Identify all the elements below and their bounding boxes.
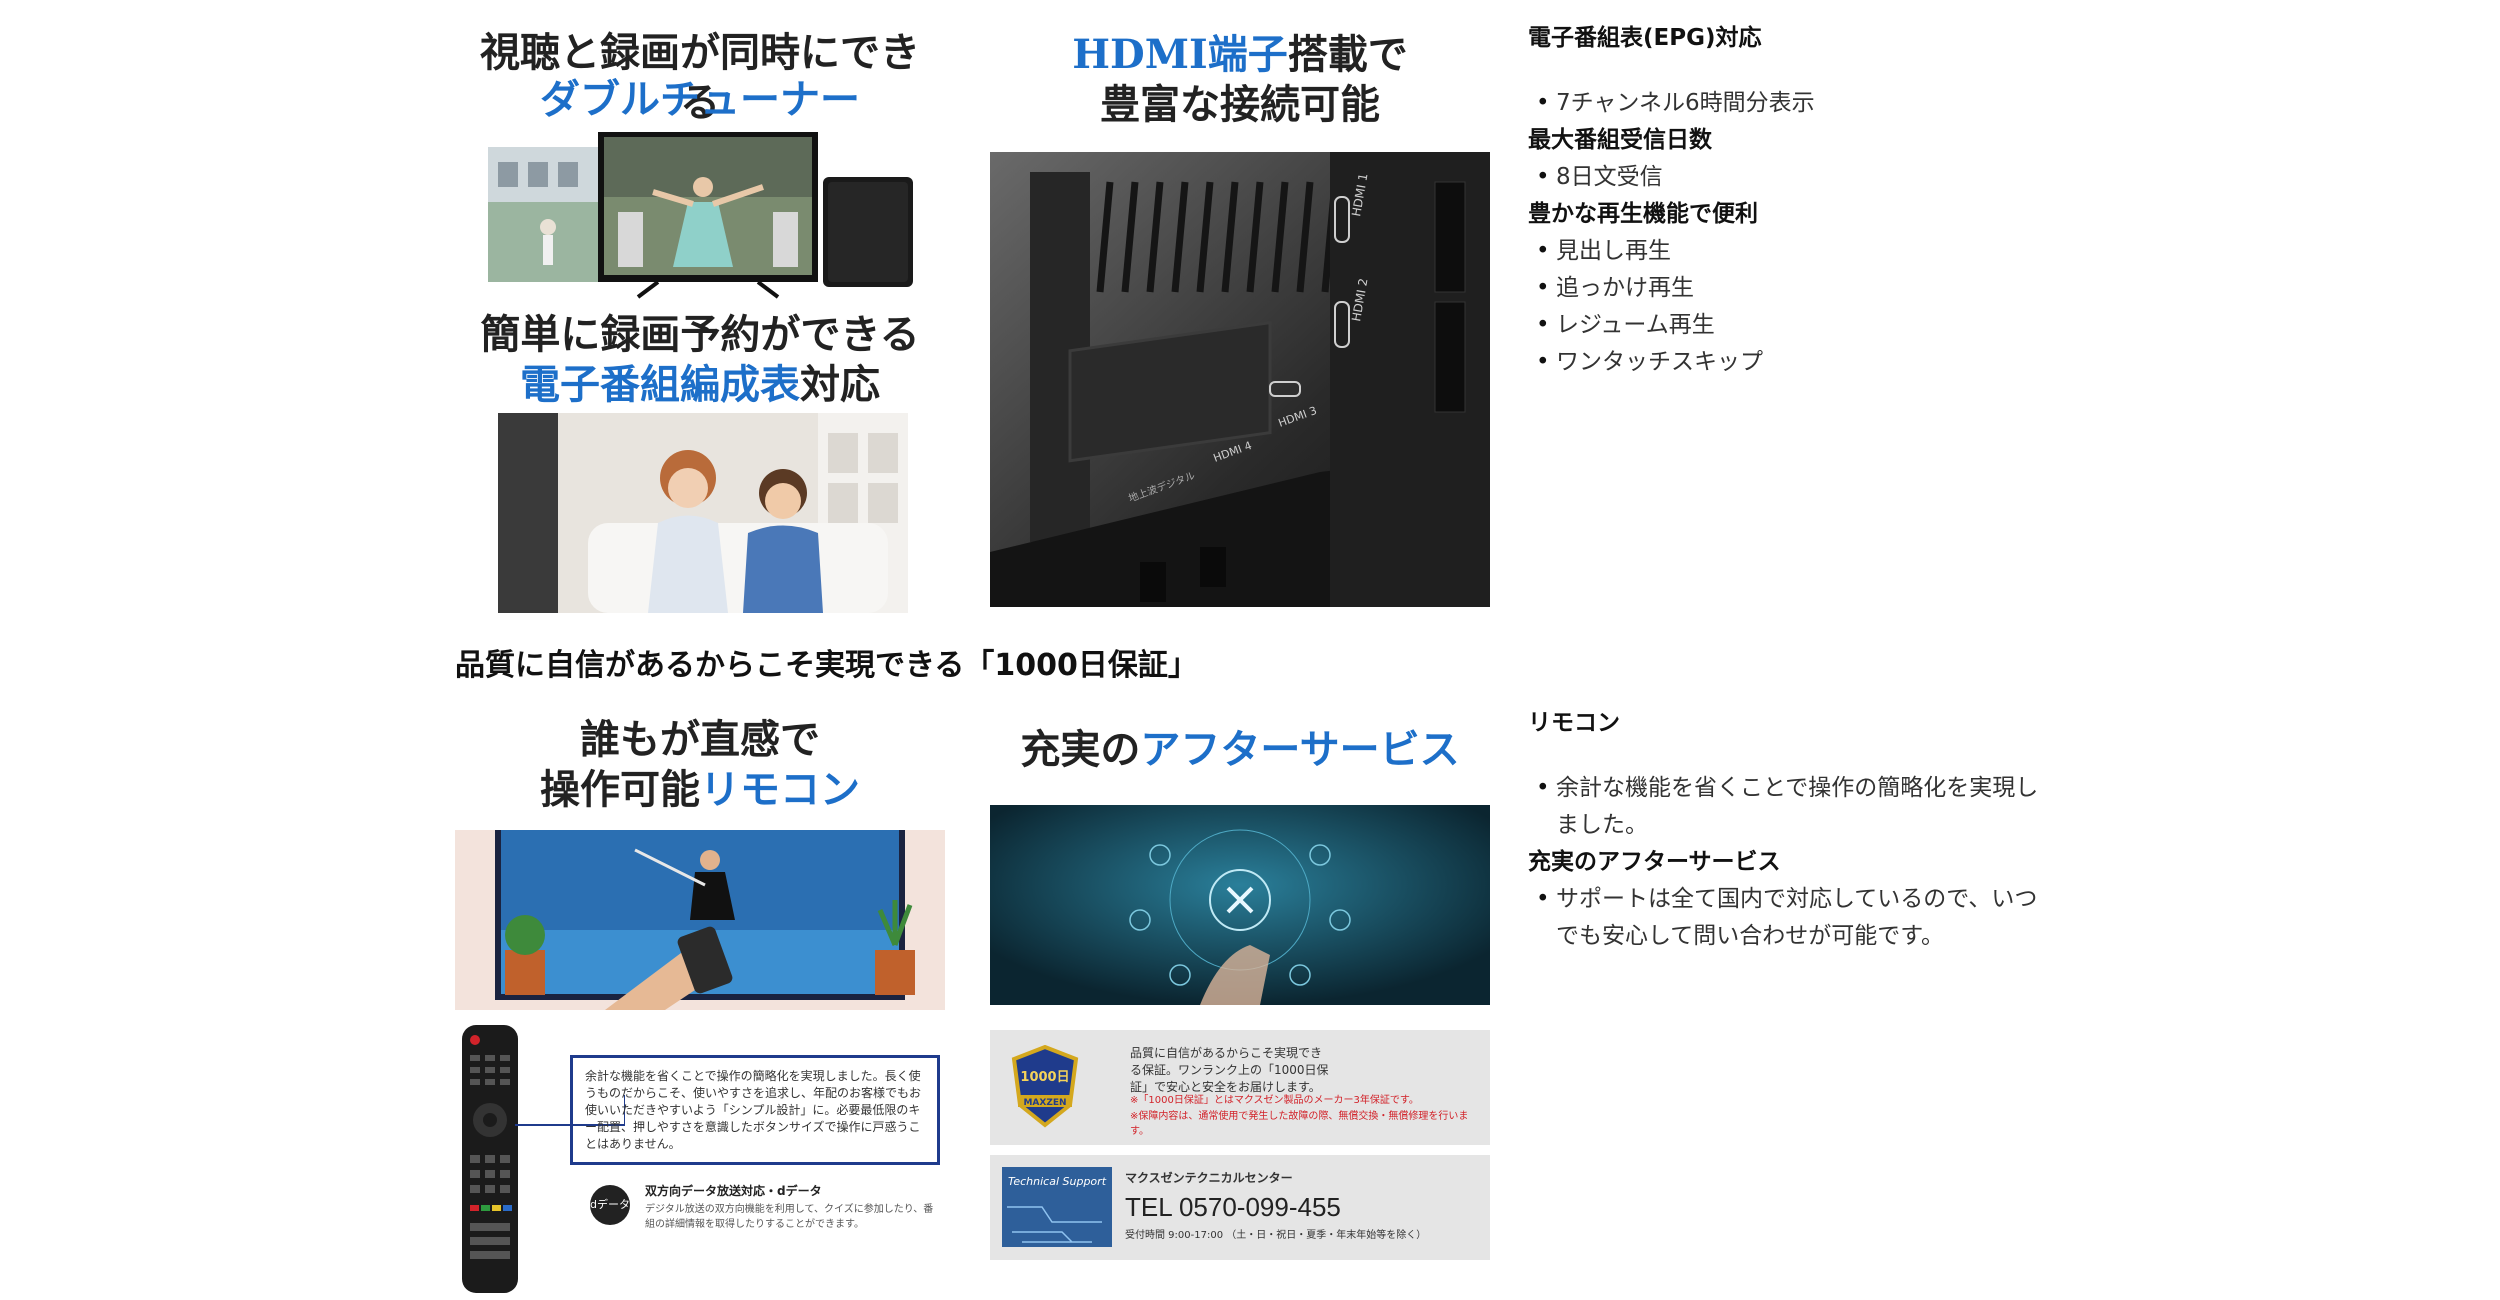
hdmi-heading-line2: 豊富な接続可能 (1100, 81, 1380, 128)
spec-list-top: 電子番組表(EPG)対応 7チャンネル6時間分表示 最大番組受信日数 8日文受信… (1528, 20, 2048, 381)
guarantee-note-2: ※保障内容は、通常使用で発生した故障の際、無償交換・無償修理を行います。 (1130, 1111, 1469, 1137)
support-box: Technical Support マクスゼンテクニカルセンター TEL 057… (990, 1155, 1490, 1260)
tv-scene-image (488, 132, 913, 302)
remote-heading-line1: 誰もが直感で (580, 716, 820, 763)
spec-item: 8日文受信 (1528, 159, 2048, 196)
spec-item: 7チャンネル6時間分表示 (1528, 85, 2048, 122)
spec-item: サポートは全て国内で対応しているので、いつでも安心して問い合わせが可能です。 (1528, 881, 2048, 955)
guarantee-text: 品質に自信があるからこそ実現できる保証。ワンランク上の「1000日保証」で安心と… (1130, 1046, 1329, 1094)
guarantee-badge-icon: 1000日 MAXZEN (1011, 1045, 1079, 1128)
guarantee-title: 品質に自信があるからこそ実現できる「1000日保証」 (455, 648, 1198, 683)
remote-tv-illustration (455, 830, 945, 1010)
remote-control-image (460, 1025, 520, 1295)
spec-item: 余計な機能を省くことで操作の簡略化を実現しました。 (1528, 770, 2048, 844)
service-heading-dark: 充実の (1020, 726, 1141, 773)
spec-heading-service: 充実のアフターサービス (1528, 849, 1781, 875)
support-image: Technical Support (1002, 1167, 1112, 1247)
support-label: Technical Support (1008, 1175, 1107, 1188)
hdmi-heading-blue: HDMI端子 (1072, 31, 1288, 78)
remote-control-illustration (462, 1025, 518, 1293)
spec-item: ワンタッチスキップ (1528, 344, 2048, 381)
service-heading: 充実のアフターサービス (990, 725, 1490, 775)
remote-tv-image (455, 830, 945, 1010)
remote-heading-blue: リモコン (700, 766, 860, 813)
couple-photo-illustration (498, 413, 908, 613)
spec-item: 見出し再生 (1528, 233, 2048, 270)
spec-item: 追っかけ再生 (1528, 270, 2048, 307)
remote-heading-dark: 操作可能 (540, 766, 700, 813)
support-tel: TEL 0570-099-455 (1125, 1192, 1341, 1222)
remote-feature-text: 余計な機能を省くことで操作の簡略化を実現しました。長く使うものだからこそ、使いや… (585, 1069, 922, 1151)
circuit-pattern-icon (1007, 1206, 1102, 1243)
hdmi-panel: HDMI端子搭載で 豊富な接続可能 HDMI 1 HDMI 2 HDMI 4 H… (990, 20, 1490, 610)
remote-heading-line2: 操作可能リモコン (455, 765, 945, 815)
d-data-title: 双方向データ放送対応・dデータ (645, 1184, 822, 1198)
spec-heading-playback: 豊かな再生機能で便利 (1528, 201, 1758, 227)
double-tuner-illustration (488, 132, 913, 299)
tuner-heading-line2: ダブルチューナー (540, 76, 860, 123)
guarantee-note-1: ※「1000日保証」とはマクスゼン製品のメーカー3年保証です。 (1130, 1095, 1419, 1106)
hdmi-ports-image: HDMI 1 HDMI 2 HDMI 4 HDMI 3 地上波デジタル (990, 152, 1490, 607)
tech-service-illustration (990, 805, 1490, 1005)
epg-heading-blue: 電子番組編成表 (520, 361, 800, 408)
badge-brand: MAXZEN (1023, 1098, 1066, 1108)
support-center-name: マクスゼンテクニカルセンター (1125, 1171, 1293, 1185)
spec-list-bottom: リモコン 余計な機能を省くことで操作の簡略化を実現しました。 充実のアフターサー… (1528, 705, 2048, 955)
service-panel: 充実のアフターサービス 1000日 MAXZEN 品質に自信があるからこそ実現で… (990, 715, 1490, 1295)
spec-heading-remote: リモコン (1528, 710, 1620, 736)
service-heading-blue: アフターサービス (1140, 726, 1460, 773)
couple-watching-image (498, 413, 908, 613)
spec-heading-days: 最大番組受信日数 (1528, 127, 1712, 153)
tuner-epg-panel: 視聴と録画が同時にできる ダブルチューナー 簡単に録画予約ができる 電子番組編成… (480, 20, 920, 620)
d-data-badge: dデータ (590, 1185, 630, 1225)
service-tech-image (990, 805, 1490, 1005)
remote-feature-box: 余計な機能を省くことで操作の簡略化を実現しました。長く使うものだからこそ、使いや… (570, 1055, 940, 1165)
badge-days: 1000日 (1020, 1070, 1069, 1085)
epg-heading-line2: 電子番組編成表対応 (480, 360, 920, 410)
support-hours: 受付時間 9:00-17:00 （土・日・祝日・夏季・年末年始等を除く） (1125, 1230, 1427, 1241)
hdmi-ports-illustration: HDMI 1 HDMI 2 HDMI 4 HDMI 3 地上波デジタル (990, 152, 1490, 607)
hdmi-heading-line1: HDMI端子搭載で (990, 30, 1490, 80)
spec-item: レジューム再生 (1528, 307, 2048, 344)
guarantee-box: 1000日 MAXZEN 品質に自信があるからこそ実現できる保証。ワンランク上の… (990, 1030, 1490, 1145)
d-data-badge-label: dデータ (590, 1198, 630, 1211)
hdmi-heading-dark: 搭載で (1287, 31, 1408, 78)
spec-heading-epg: 電子番組表(EPG)対応 (1528, 25, 1762, 51)
epg-heading-dark: 対応 (800, 361, 880, 408)
epg-heading-line1: 簡単に録画予約ができる (480, 311, 920, 358)
d-data-desc: デジタル放送の双方向機能を利用して、クイズに参加したり、番組の詳細情報を取得した… (645, 1204, 934, 1230)
remote-panel: 誰もが直感で 操作可能リモコン 余計な機能を省くことで操作の簡略化を実現しました… (455, 705, 945, 1295)
